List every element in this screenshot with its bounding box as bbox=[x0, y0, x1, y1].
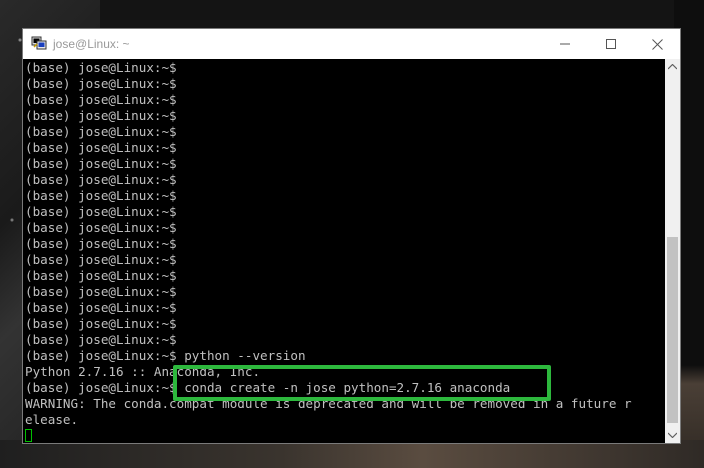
terminal-line: (base) jose@Linux:~$ bbox=[25, 332, 177, 347]
desktop-wallpaper-bottom bbox=[0, 440, 704, 468]
terminal-line: (base) jose@Linux:~$ bbox=[25, 268, 177, 283]
chevron-up-icon bbox=[668, 64, 677, 70]
terminal-line: (base) jose@Linux:~$ bbox=[25, 108, 177, 123]
terminal-line: (base) jose@Linux:~$ bbox=[25, 300, 177, 315]
scroll-thumb[interactable] bbox=[667, 237, 678, 423]
vertical-scrollbar[interactable] bbox=[665, 59, 680, 443]
terminal-line: (base) jose@Linux:~$ bbox=[25, 284, 177, 299]
terminal-output[interactable]: (base) jose@Linux:~$ (base) jose@Linux:~… bbox=[23, 59, 665, 443]
close-icon bbox=[651, 38, 663, 50]
window-title: jose@Linux: ~ bbox=[53, 37, 130, 51]
terminal-line: (base) jose@Linux:~$ python --version bbox=[25, 348, 306, 363]
terminal-line: (base) jose@Linux:~$ bbox=[25, 60, 177, 75]
terminal-prompt-line[interactable] bbox=[25, 428, 632, 443]
close-button[interactable] bbox=[634, 29, 680, 59]
terminal-line: (base) jose@Linux:~$ bbox=[25, 236, 177, 251]
minimize-button[interactable] bbox=[542, 29, 588, 59]
terminal-line: (base) jose@Linux:~$ bbox=[25, 124, 177, 139]
terminal-line: (base) jose@Linux:~$ bbox=[25, 76, 177, 91]
maximize-button[interactable] bbox=[588, 29, 634, 59]
terminal-line: (base) jose@Linux:~$ bbox=[25, 92, 177, 107]
terminal-line: (base) jose@Linux:~$ bbox=[25, 140, 177, 155]
terminal-line: (base) jose@Linux:~$ bbox=[25, 204, 177, 219]
putty-terminal-icon[interactable] bbox=[31, 35, 47, 51]
terminal-window[interactable]: jose@Linux: ~ (base) jose@Linux:~$ (base… bbox=[22, 28, 681, 444]
terminal-line: (base) jose@Linux:~$ bbox=[25, 188, 177, 203]
command-highlight-box bbox=[173, 365, 551, 401]
minimize-icon bbox=[560, 43, 570, 45]
scroll-up-button[interactable] bbox=[665, 59, 680, 75]
terminal-cursor bbox=[25, 429, 32, 442]
terminal-line: (base) jose@Linux:~$ bbox=[25, 220, 177, 235]
terminal-line: (base) jose@Linux:~$ bbox=[25, 316, 177, 331]
terminal-line: (base) jose@Linux:~$ bbox=[25, 172, 177, 187]
terminal-line: (base) jose@Linux:~$ bbox=[25, 156, 177, 171]
scroll-down-button[interactable] bbox=[665, 427, 680, 443]
maximize-icon bbox=[606, 39, 616, 49]
terminal-line: elease. bbox=[25, 412, 79, 427]
title-bar[interactable]: jose@Linux: ~ bbox=[23, 29, 680, 59]
chevron-down-icon bbox=[668, 432, 677, 438]
terminal-line: (base) jose@Linux:~$ bbox=[25, 252, 177, 267]
